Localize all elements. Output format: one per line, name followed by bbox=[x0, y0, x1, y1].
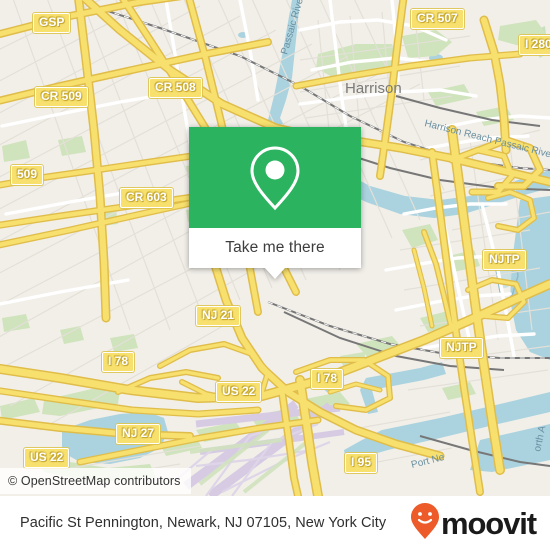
road-shield-label: US 22 bbox=[222, 384, 256, 398]
moovit-wordmark: moovit bbox=[440, 505, 537, 541]
moovit-map-screenshot: Passaic Rive Harrison Reach Passaic Rive… bbox=[0, 0, 550, 550]
road-shield: NJ 27 bbox=[116, 424, 161, 444]
road-shield-label: GSP bbox=[39, 15, 65, 29]
road-shield-label: US 22 bbox=[30, 450, 64, 464]
road-shield-label: I 95 bbox=[351, 455, 372, 469]
footer-bar: Pacific St Pennington, Newark, NJ 07105,… bbox=[0, 496, 550, 550]
road-shield: US 22 bbox=[216, 382, 262, 402]
address-text: Pacific St Pennington, Newark, NJ 07105,… bbox=[20, 514, 387, 531]
callout-header bbox=[189, 127, 361, 228]
road-shield: 509 bbox=[11, 165, 44, 185]
take-me-there-callout[interactable]: Take me there bbox=[189, 127, 361, 279]
osm-attribution: © OpenStreetMap contributors bbox=[0, 468, 191, 494]
road-shield-label: NJ 21 bbox=[202, 308, 235, 322]
moovit-pin-smiley-icon bbox=[410, 502, 440, 545]
road-shield: CR 508 bbox=[149, 78, 202, 98]
road-shield: I 78 bbox=[102, 352, 135, 372]
road-shield: I 280 bbox=[519, 35, 550, 55]
road-shield-label: NJTP bbox=[489, 252, 520, 266]
road-shield: US 22 bbox=[24, 448, 70, 468]
callout-pointer bbox=[265, 268, 285, 279]
road-shield: I 78 bbox=[311, 369, 344, 389]
road-shield: I 95 bbox=[345, 453, 378, 473]
road-shield-label: CR 507 bbox=[417, 11, 458, 25]
road-shield-label: I 78 bbox=[108, 354, 129, 368]
road-shield-label: CR 508 bbox=[155, 80, 196, 94]
road-shield-label: NJ 27 bbox=[122, 426, 155, 440]
road-shield: NJ 21 bbox=[196, 306, 241, 326]
road-shield-label: 509 bbox=[17, 167, 38, 181]
map-pin-icon bbox=[248, 144, 302, 212]
road-shield-label: NJTP bbox=[446, 340, 477, 354]
road-shield: CR 507 bbox=[411, 9, 464, 29]
road-shield: CR 509 bbox=[35, 87, 88, 107]
road-shield: CR 603 bbox=[120, 188, 173, 208]
road-shield-label: I 78 bbox=[317, 371, 338, 385]
moovit-logo[interactable]: moovit bbox=[410, 502, 537, 545]
road-shield-label: CR 509 bbox=[41, 89, 82, 103]
road-shield: NJTP bbox=[440, 338, 483, 358]
place-label-harrison: Harrison bbox=[345, 80, 402, 97]
road-shield-label: I 280 bbox=[525, 37, 550, 51]
take-me-there-label: Take me there bbox=[225, 239, 325, 256]
road-shield: NJTP bbox=[483, 250, 526, 270]
road-shield-label: CR 603 bbox=[126, 190, 167, 204]
callout-action-bar[interactable]: Take me there bbox=[189, 228, 361, 268]
road-shield: GSP bbox=[33, 13, 71, 33]
